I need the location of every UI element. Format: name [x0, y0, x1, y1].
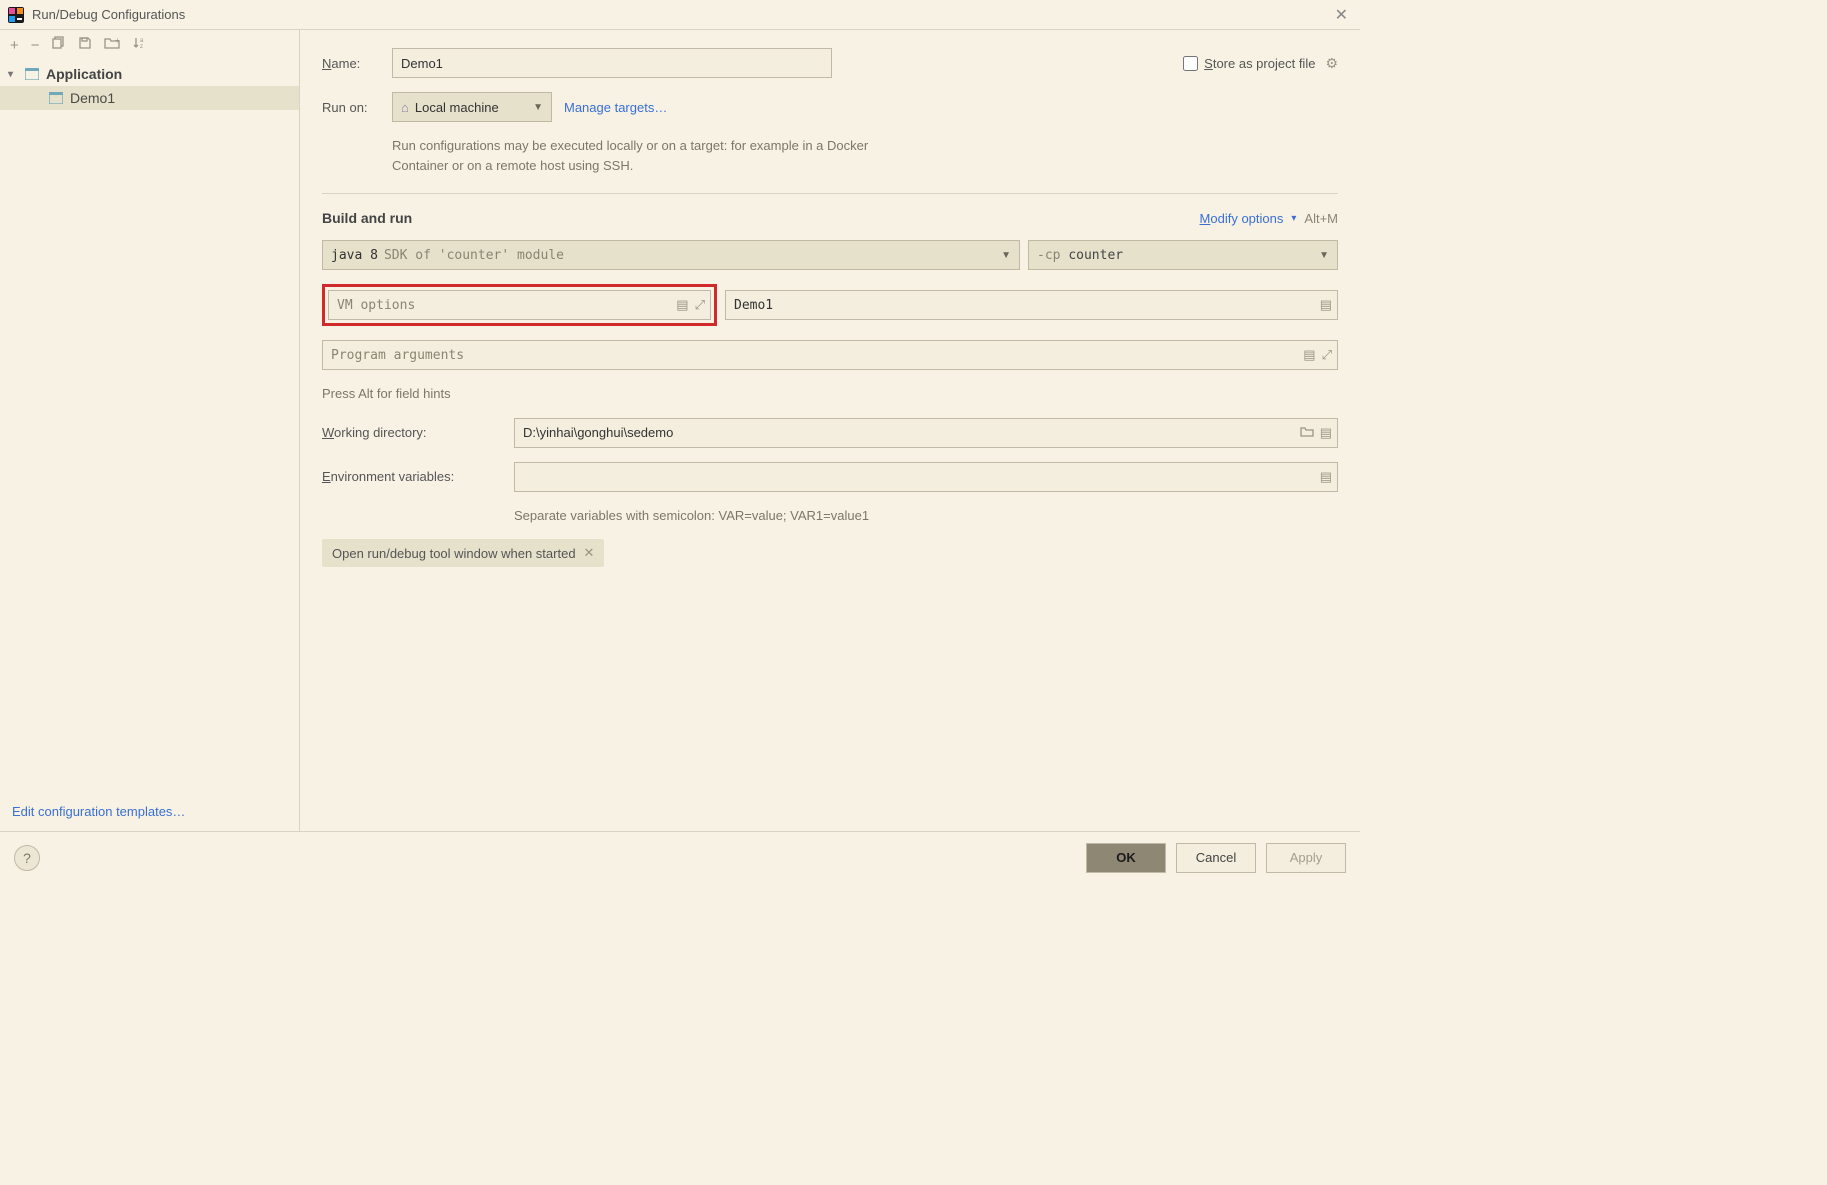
env-vars-label: Environment variables:	[322, 469, 502, 484]
tree-node-demo1[interactable]: Demo1	[0, 86, 299, 110]
right-panel: Name: Store as project file ⚙ Run on: ⌂ …	[300, 30, 1360, 831]
chip-label: Open run/debug tool window when started	[332, 546, 576, 561]
run-on-value: Local machine	[415, 100, 499, 115]
config-tree: ▾ Application Demo1	[0, 60, 299, 792]
name-input[interactable]	[392, 48, 832, 78]
copy-config-icon[interactable]	[52, 36, 66, 54]
name-row: Name: Store as project file ⚙	[322, 48, 1338, 78]
modify-shortcut: Alt+M	[1304, 211, 1338, 226]
chevron-down-icon: ▼	[533, 102, 543, 113]
gear-icon[interactable]: ⚙	[1325, 55, 1338, 72]
build-and-run-header: Build and run Modify options ▾ Alt+M	[322, 210, 1338, 226]
window-title: Run/Debug Configurations	[32, 7, 1331, 22]
working-dir-input[interactable]	[514, 418, 1338, 448]
run-on-row: Run on: ⌂ Local machine ▼ Manage targets…	[322, 92, 1338, 122]
app-icon	[8, 7, 24, 23]
separator	[322, 193, 1338, 194]
env-vars-input[interactable]	[514, 462, 1338, 492]
ok-button[interactable]: OK	[1086, 843, 1166, 873]
remove-chip-icon[interactable]: ✕	[584, 545, 595, 561]
home-icon: ⌂	[401, 100, 409, 115]
application-type-icon	[48, 91, 64, 105]
chevron-down-icon: ▾	[1291, 213, 1296, 224]
store-as-project-file[interactable]: Store as project file ⚙	[1183, 55, 1338, 72]
store-label: Store as project file	[1204, 56, 1315, 71]
add-config-icon[interactable]: +	[10, 37, 19, 54]
inline-list-icon[interactable]: ▤	[1320, 297, 1332, 313]
sdk-dropdown[interactable]: java 8 SDK of 'counter' module ▼	[322, 240, 1020, 270]
cancel-button[interactable]: Cancel	[1176, 843, 1256, 873]
sdk-prefix: java 8	[331, 248, 378, 263]
remove-config-icon[interactable]: −	[31, 37, 40, 54]
open-tool-window-chip[interactable]: Open run/debug tool window when started …	[322, 539, 604, 567]
inline-list-icon[interactable]: ▤	[1320, 469, 1332, 485]
field-hints: Press Alt for field hints	[322, 384, 1338, 404]
inline-list-icon[interactable]: ▤	[1303, 347, 1315, 363]
svg-text:+: +	[115, 36, 120, 45]
run-on-hint: Run configurations may be executed local…	[392, 136, 912, 175]
run-on-label: Run on:	[322, 100, 380, 115]
new-folder-icon[interactable]: +	[104, 36, 120, 54]
help-icon[interactable]: ?	[14, 845, 40, 871]
env-vars-row: Environment variables: ▤	[322, 462, 1338, 492]
run-on-dropdown[interactable]: ⌂ Local machine ▼	[392, 92, 552, 122]
sdk-suffix: SDK of 'counter' module	[384, 248, 564, 263]
title-bar: Run/Debug Configurations ✕	[0, 0, 1360, 30]
store-checkbox[interactable]	[1183, 56, 1198, 71]
cp-prefix: -cp	[1037, 248, 1060, 263]
tree-node-label: Application	[46, 66, 122, 82]
program-arguments-input[interactable]	[322, 340, 1338, 370]
application-type-icon	[24, 67, 40, 81]
svg-text:z: z	[140, 44, 143, 50]
env-hint: Separate variables with semicolon: VAR=v…	[514, 506, 1338, 526]
chevron-down-icon: ▼	[1319, 250, 1329, 261]
inline-list-icon[interactable]: ▤	[676, 297, 688, 313]
edit-templates-link[interactable]: Edit configuration templates…	[12, 804, 185, 819]
vm-options-highlight: ▤ ⤢	[322, 284, 717, 326]
close-icon[interactable]: ✕	[1331, 5, 1352, 25]
modify-options-link[interactable]: Modify options	[1200, 211, 1284, 226]
left-panel: + − + az ▾ Application	[0, 30, 300, 831]
working-dir-row: Working directory: ▤	[322, 418, 1338, 448]
sort-icon[interactable]: az	[132, 36, 146, 54]
chevron-down-icon: ▾	[8, 69, 22, 80]
vm-options-input[interactable]	[328, 290, 711, 320]
apply-button[interactable]: Apply	[1266, 843, 1346, 873]
tree-node-label: Demo1	[70, 90, 115, 106]
button-bar: ? OK Cancel Apply	[0, 831, 1360, 883]
browse-folder-icon[interactable]	[1300, 425, 1314, 441]
name-label: Name:	[322, 56, 380, 71]
classpath-dropdown[interactable]: -cp counter ▼	[1028, 240, 1338, 270]
save-config-icon[interactable]	[78, 36, 92, 54]
cp-value: counter	[1068, 248, 1123, 263]
expand-field-icon[interactable]: ⤢	[1322, 347, 1332, 363]
chevron-down-icon: ▼	[1001, 250, 1011, 261]
manage-targets-link[interactable]: Manage targets…	[564, 100, 667, 115]
main-class-input[interactable]	[725, 290, 1338, 320]
working-dir-label: Working directory:	[322, 425, 502, 440]
expand-field-icon[interactable]: ⤢	[695, 297, 705, 313]
left-toolbar: + − + az	[0, 30, 299, 60]
build-and-run-title: Build and run	[322, 210, 412, 226]
tree-node-application[interactable]: ▾ Application	[0, 62, 299, 86]
inline-list-icon[interactable]: ▤	[1320, 425, 1332, 441]
